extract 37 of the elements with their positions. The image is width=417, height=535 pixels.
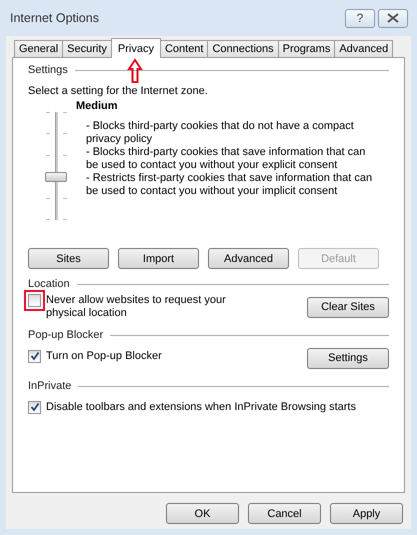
tab[interactable]: Privacy xyxy=(110,38,161,58)
close-icon xyxy=(386,13,400,23)
help-button[interactable]: ? xyxy=(345,8,375,28)
tab[interactable]: Content xyxy=(160,40,208,57)
group-heading: Pop-up Blocker xyxy=(28,329,104,341)
group-heading: Settings xyxy=(28,64,68,76)
action-button[interactable]: Settings xyxy=(307,348,389,368)
window-title: Internet Options xyxy=(10,11,99,25)
dialog-button[interactable]: Apply xyxy=(330,503,403,524)
dialog-button[interactable]: Cancel xyxy=(248,503,321,524)
action-button[interactable]: Sites xyxy=(28,248,109,269)
tab[interactable]: General xyxy=(14,40,64,57)
tab[interactable]: Programs xyxy=(278,40,336,57)
description-text: - Blocks third-party cookies that save information that can be used to contact you without your explicit consent xyxy=(86,146,366,172)
checkbox[interactable] xyxy=(28,350,41,362)
action-button[interactable]: Import xyxy=(118,248,199,269)
checkbox-label: Disable toolbars and extensions when InPrivate Browsing starts xyxy=(46,400,356,414)
tab[interactable]: Security xyxy=(62,40,112,57)
checkmark-icon xyxy=(30,351,40,361)
checkbox[interactable] xyxy=(28,400,41,414)
tab[interactable]: Connections xyxy=(207,40,279,57)
description-text: - Restricts first-party cookies that save information that can be used to contact you without your implicit consent xyxy=(86,172,374,198)
checkbox-label: Turn on Pop-up Blocker xyxy=(46,350,162,362)
dialog-button[interactable]: OK xyxy=(166,503,239,524)
level-name: Medium xyxy=(76,100,119,112)
checkbox-label: Never allow websites to request your physical location xyxy=(46,294,227,320)
slider-thumb[interactable] xyxy=(45,172,67,182)
group-heading: InPrivate xyxy=(28,380,72,392)
checkmark-icon xyxy=(30,402,40,412)
description-text: - Blocks third-party cookies that do not have a compact privacy policy xyxy=(86,120,355,146)
action-button[interactable]: Advanced xyxy=(208,248,289,269)
close-button[interactable] xyxy=(378,8,408,28)
tab[interactable]: Advanced xyxy=(334,40,394,57)
action-button[interactable]: Clear Sites xyxy=(307,296,389,318)
group-heading: Location xyxy=(28,278,70,290)
checkbox[interactable] xyxy=(28,294,41,307)
prompt-text: Select a setting for the Internet zone. xyxy=(28,85,209,97)
